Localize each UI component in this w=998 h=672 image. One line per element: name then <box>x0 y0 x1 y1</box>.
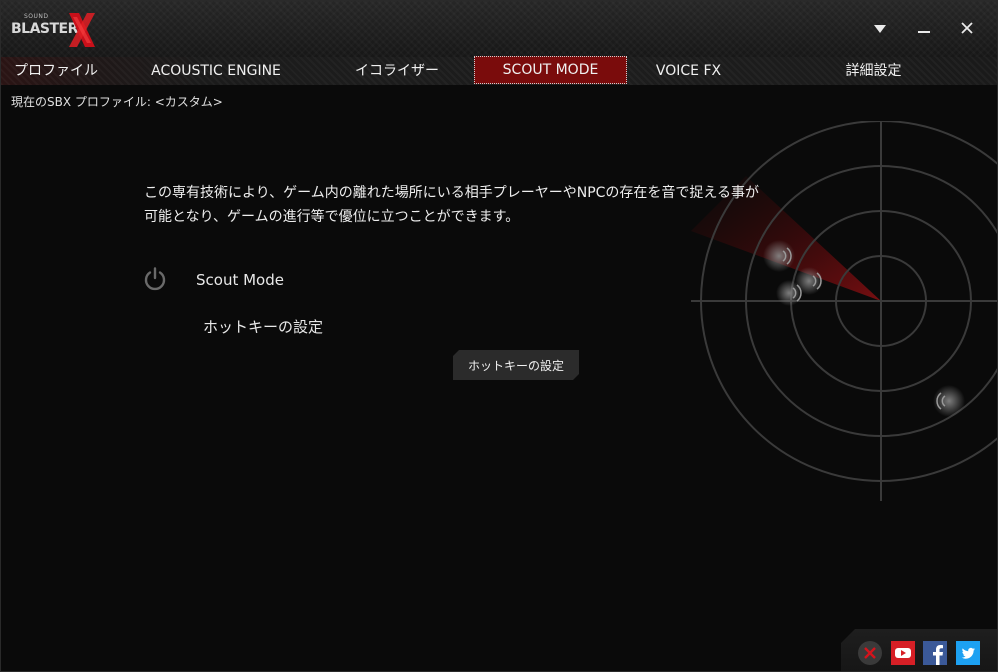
minimize-icon <box>918 31 930 33</box>
close-icon <box>961 22 973 34</box>
facebook-icon[interactable] <box>923 641 947 665</box>
title-bar: SOUND BLASTER <box>1 1 997 57</box>
minimize-button[interactable] <box>912 17 936 41</box>
tab-acoustic-engine[interactable]: ACOUSTIC ENGINE <box>131 57 301 85</box>
tab-profile[interactable]: プロファイル <box>1 57 111 85</box>
creative-x-icon[interactable] <box>858 641 882 665</box>
tab-bar: プロファイル ACOUSTIC ENGINE イコライザー SCOUT MODE… <box>1 56 997 85</box>
current-profile-text: 現在のSBX プロファイル: <カスタム> <box>11 95 223 109</box>
scout-mode-label: Scout Mode <box>196 271 284 289</box>
hotkey-settings-label: ホットキーの設定 <box>203 318 324 336</box>
hotkey-settings-button[interactable]: ホットキーの設定 <box>453 350 579 380</box>
twitter-icon[interactable] <box>956 641 980 665</box>
youtube-icon[interactable] <box>891 641 915 665</box>
radar-graphic <box>691 121 997 501</box>
social-links-bar <box>841 629 997 671</box>
scout-mode-description: この専有技術により、ゲーム内の離れた場所にいる相手プレーヤーやNPCの存在を音で… <box>144 181 784 229</box>
logo-x-icon <box>69 13 95 47</box>
sound-blasterx-logo: SOUND BLASTER <box>9 9 99 49</box>
description-line-2: 可能となり、ゲームの進行等で優位に立つことができます。 <box>144 209 520 225</box>
tab-voice-fx[interactable]: VOICE FX <box>631 57 746 85</box>
tab-advanced-settings[interactable]: 詳細設定 <box>811 57 936 85</box>
power-icon <box>144 267 166 291</box>
dropdown-menu-button[interactable] <box>868 17 892 41</box>
app-window: SOUND BLASTER プロファイル ACOUSTIC ENGINE イコラ… <box>0 0 998 672</box>
close-button[interactable] <box>955 17 979 41</box>
scout-mode-power-toggle[interactable] <box>143 267 167 291</box>
dropdown-arrow-icon <box>874 25 886 33</box>
logo-small-text: SOUND <box>24 13 49 20</box>
tab-equalizer[interactable]: イコライザー <box>341 57 453 85</box>
description-line-1: この専有技術により、ゲーム内の離れた場所にいる相手プレーヤーやNPCの存在を音で… <box>144 185 760 201</box>
tab-scout-mode[interactable]: SCOUT MODE <box>474 56 627 84</box>
